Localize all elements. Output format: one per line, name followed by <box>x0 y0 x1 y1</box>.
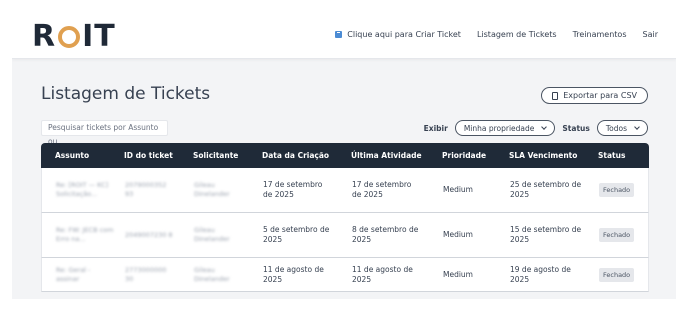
top-navbar: R IT Clique aqui para Criar Ticket Lista… <box>12 15 676 59</box>
column-header-last-activity[interactable]: Última Atividade <box>351 151 422 160</box>
export-csv-button[interactable]: Exportar para CSV <box>541 87 648 104</box>
nav-ticket-list-link[interactable]: Listagem de Tickets <box>477 30 557 39</box>
column-header-ticket-id[interactable]: ID do ticket <box>124 151 173 160</box>
nav-training-link[interactable]: Treinamentos <box>573 30 627 39</box>
ticket-plus-icon <box>335 31 343 38</box>
export-csv-label: Exportar para CSV <box>563 91 637 100</box>
status-filter-value: Todos <box>605 123 627 133</box>
chevron-down-icon <box>634 123 640 130</box>
cell-priority: Medium <box>443 269 473 279</box>
cell-requester: Gileau Dinelander <box>194 226 230 243</box>
app-window: R IT Clique aqui para Criar Ticket Lista… <box>12 15 676 299</box>
cell-last-activity: 8 de setembro de 2025 <box>352 225 419 244</box>
cell-created: 5 de setembro de 2025 <box>263 225 330 244</box>
cell-sla: 15 de setembro de 2025 <box>510 225 582 244</box>
cell-ticket-id: 2079000352 93 <box>125 181 167 198</box>
view-filter-label: Exibir <box>423 123 448 133</box>
table-row[interactable]: Re: Geral - assinar 2773000000 30 Gileau… <box>41 258 649 292</box>
logout-link[interactable]: Sair <box>643 30 659 39</box>
table-header: Assunto ID do ticket Solicitante Data da… <box>41 143 649 168</box>
logo-letters-it: IT <box>82 19 116 54</box>
cell-sla: 25 de setembro de 2025 <box>510 180 582 199</box>
cell-ticket-id: 2049007230 8 <box>125 230 173 239</box>
status-filter-label: Status <box>562 123 590 133</box>
chevron-down-icon <box>541 123 548 130</box>
status-filter-select[interactable]: Todos <box>596 120 648 136</box>
logo-o-ring-icon <box>58 26 81 48</box>
logo-letter-r: R <box>32 19 57 54</box>
filters-bar: Exibir Minha propriedade Status Todos <box>424 120 648 136</box>
cell-created: 17 de setembro de 2025 <box>263 180 323 199</box>
status-badge: Fechado <box>599 183 635 197</box>
view-filter-value: Minha propriedade <box>463 123 535 133</box>
cell-created: 11 de agosto de 2025 <box>263 264 324 284</box>
cell-subject[interactable]: Re: FW: JECB com Erro na... <box>56 226 114 244</box>
column-header-subject[interactable]: Assunto <box>55 151 89 160</box>
status-badge: Fechado <box>599 267 635 282</box>
cell-subject[interactable]: Re: Geral - assinar <box>56 266 114 284</box>
cell-last-activity: 17 de setembro de 2025 <box>352 180 412 199</box>
cell-ticket-id: 2773000000 30 <box>125 265 167 283</box>
table-row[interactable]: Re: FW: JECB com Erro na... 2049007230 8… <box>41 213 649 258</box>
tickets-table: Assunto ID do ticket Solicitante Data da… <box>41 143 649 292</box>
page-title: Listagem de Tickets <box>41 84 211 104</box>
cell-last-activity: 11 de agosto de 2025 <box>352 264 413 284</box>
column-header-created[interactable]: Data da Criação <box>262 151 329 160</box>
create-ticket-label: Clique aqui para Criar Ticket <box>347 30 461 39</box>
roit-logo[interactable]: R IT <box>32 19 116 54</box>
column-header-priority[interactable]: Prioridade <box>442 151 486 160</box>
create-ticket-link[interactable]: Clique aqui para Criar Ticket <box>335 30 461 39</box>
cell-requester: Gileau Dinelander <box>194 265 230 283</box>
cell-priority: Medium <box>443 185 473 194</box>
table-row[interactable]: Re: [ROIT — KC] Solicitação... 207900035… <box>41 168 649 213</box>
cell-subject[interactable]: Re: [ROIT — KC] Solicitação... <box>56 181 114 199</box>
search-input[interactable]: Pesquisar tickets por Assunto ou <box>41 120 168 146</box>
file-icon <box>552 91 559 100</box>
cell-priority: Medium <box>443 230 473 239</box>
status-badge: Fechado <box>599 228 635 242</box>
column-header-requester[interactable]: Solicitante <box>193 151 238 160</box>
column-header-sla[interactable]: SLA Vencimento <box>509 151 577 160</box>
cell-requester: Gileau Dinelander <box>194 181 230 198</box>
view-filter-select[interactable]: Minha propriedade <box>454 120 556 136</box>
column-header-status[interactable]: Status <box>598 151 625 160</box>
main-nav: Clique aqui para Criar Ticket Listagem d… <box>335 30 658 39</box>
cell-sla: 19 de agosto de 2025 <box>510 264 571 284</box>
